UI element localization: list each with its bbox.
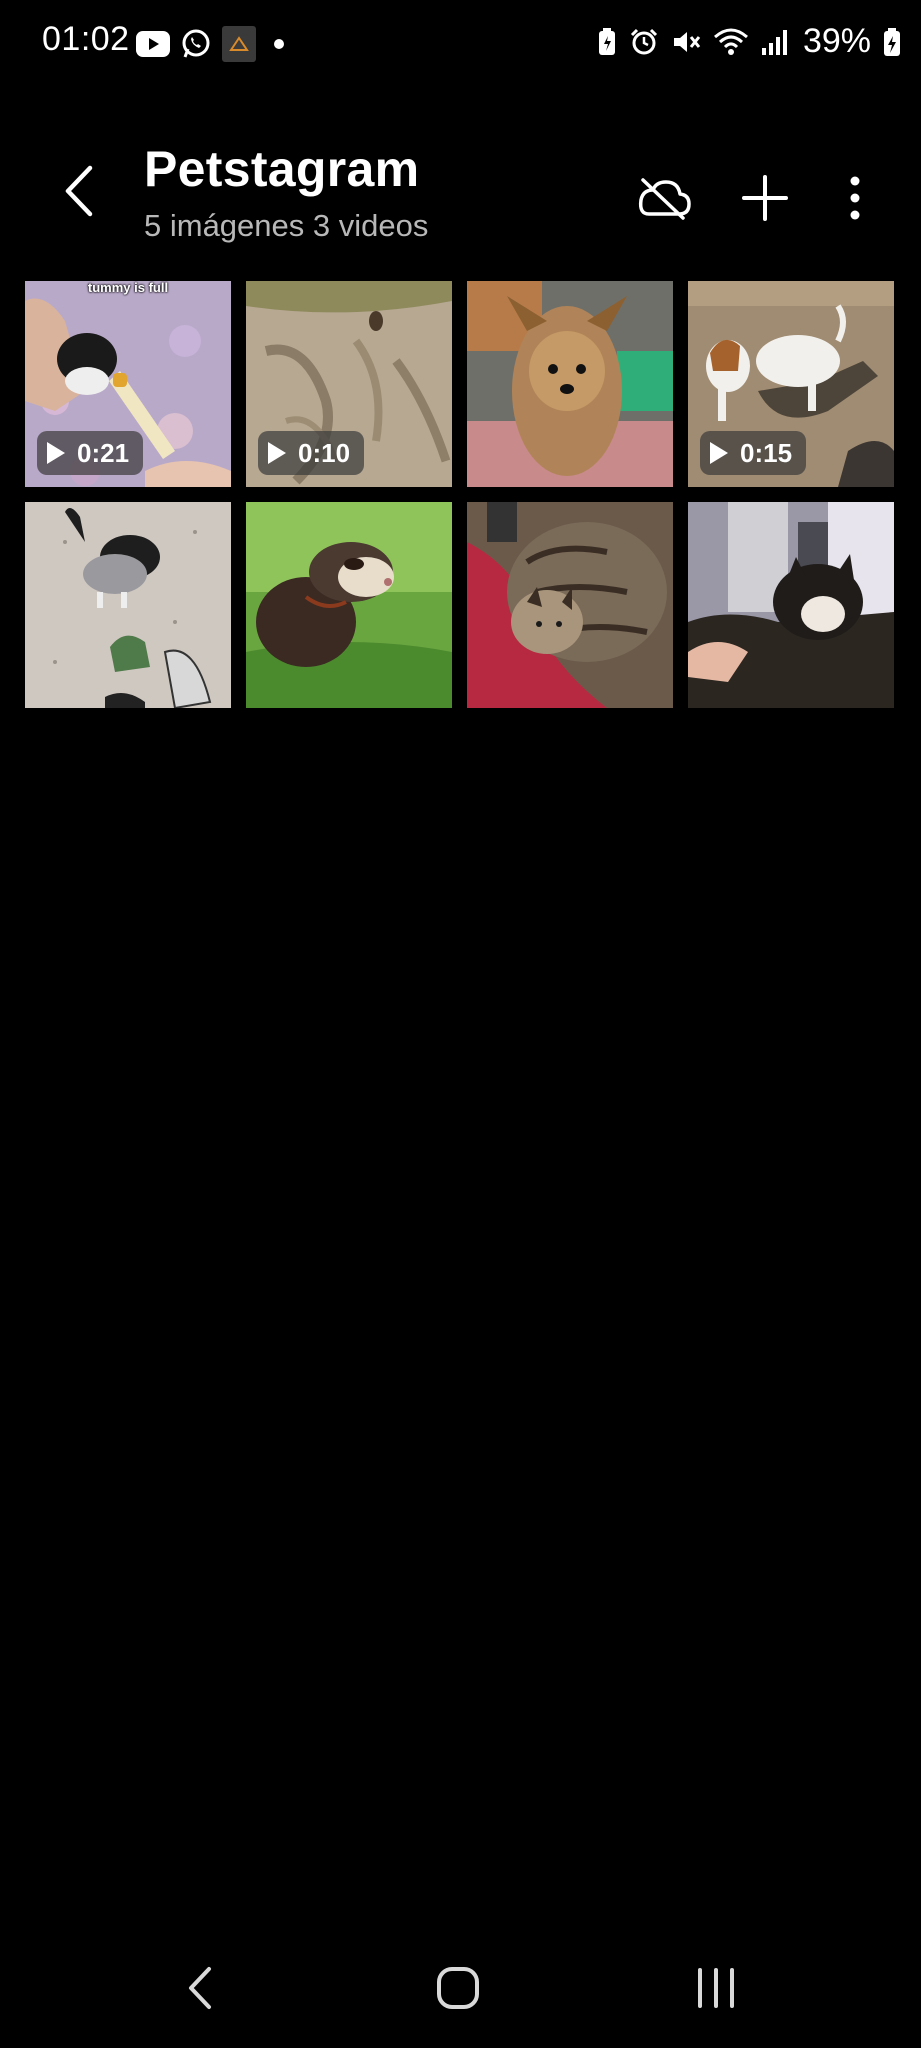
cat-lap-thumbnail-image	[688, 502, 894, 708]
battery-charging-icon	[883, 27, 901, 57]
wifi-icon	[713, 27, 749, 57]
video-duration-badge: 0:10	[258, 431, 365, 475]
video-duration: 0:21	[77, 437, 130, 468]
video-duration: 0:15	[740, 437, 793, 468]
navigation-bar	[0, 1940, 921, 2036]
yorkie-thumbnail-image	[467, 281, 673, 487]
puppy-thumbnail-image	[25, 502, 231, 708]
back-button[interactable]	[54, 165, 104, 217]
status-time: 01:02	[42, 20, 130, 58]
media-thumbnail-ferret[interactable]	[246, 502, 452, 708]
media-thumbnail-tabby-cat[interactable]	[467, 502, 673, 708]
home-nav-icon	[437, 1967, 479, 2009]
add-icon	[742, 175, 788, 221]
mute-icon	[671, 27, 701, 57]
album-header: Petstagram 5 imágenes 3 videos	[0, 120, 921, 260]
nav-home-button[interactable]	[408, 1940, 508, 2036]
play-icon	[268, 442, 286, 464]
status-bar: 01:02 39%	[0, 0, 921, 86]
nav-back-button[interactable]	[150, 1940, 250, 2036]
media-grid: tummy is full 0:21 0:10 0:15	[25, 281, 896, 708]
ferret-thumbnail-image	[246, 502, 452, 708]
back-nav-icon	[189, 1967, 211, 2009]
play-icon	[47, 442, 65, 464]
notification-icons	[136, 26, 284, 62]
video-duration: 0:10	[298, 437, 351, 468]
media-thumbnail-jack-russell[interactable]: 0:15	[688, 281, 894, 487]
header-actions	[597, 162, 891, 234]
video-duration-badge: 0:15	[700, 431, 807, 475]
video-duration-badge: 0:21	[37, 431, 144, 475]
battery-percent: 39%	[802, 22, 871, 60]
media-thumbnail-cat-lap[interactable]	[688, 502, 894, 708]
media-thumbnail-kitten[interactable]: tummy is full 0:21	[25, 281, 231, 487]
signal-icon	[761, 28, 789, 56]
page-title: Petstagram	[144, 141, 420, 197]
app-thumbnail-icon	[222, 26, 256, 62]
play-icon	[710, 442, 728, 464]
nav-recents-button[interactable]	[666, 1940, 766, 2036]
battery-saver-icon	[597, 27, 617, 57]
tabby-cat-thumbnail-image	[467, 502, 673, 708]
video-caption: tummy is full	[87, 281, 169, 295]
youtube-icon	[136, 31, 170, 57]
media-thumbnail-yorkie[interactable]	[467, 281, 673, 487]
album-item-count: 5 imágenes 3 videos	[144, 208, 429, 243]
cloud-off-icon	[638, 178, 691, 220]
alarm-icon	[629, 27, 659, 57]
chevron-left-icon	[65, 165, 93, 217]
cloud-sync-button[interactable]	[627, 162, 699, 234]
add-button[interactable]	[729, 162, 801, 234]
media-thumbnail-dog-path[interactable]: 0:10	[246, 281, 452, 487]
recents-nav-icon	[698, 1968, 734, 2008]
dot-icon	[274, 39, 284, 49]
more-options-icon	[850, 176, 860, 220]
media-thumbnail-puppy[interactable]	[25, 502, 231, 708]
more-options-button[interactable]	[819, 162, 891, 234]
whatsapp-icon	[180, 28, 212, 60]
system-icons: 39%	[597, 22, 901, 61]
